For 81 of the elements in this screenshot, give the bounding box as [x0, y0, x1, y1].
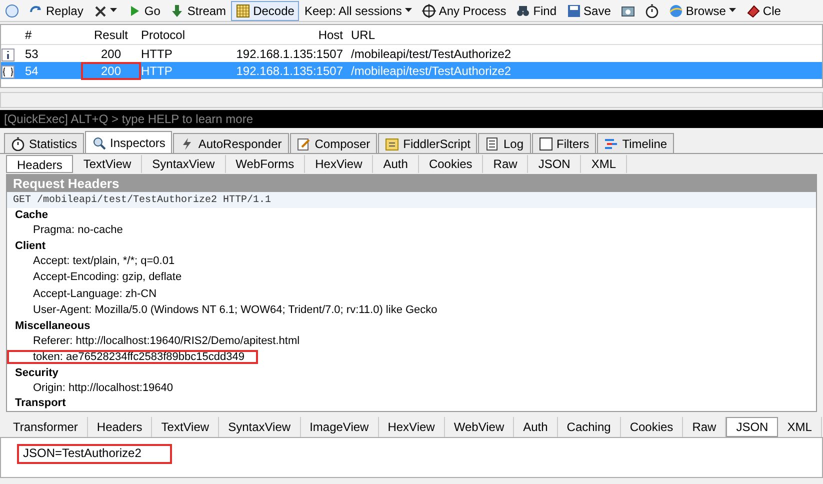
header-value: Accept: text/plain, */*; q=0.01	[32, 254, 176, 268]
inspector-tab[interactable]: Timeline	[597, 133, 674, 153]
save-icon	[566, 4, 581, 18]
grid-icon	[236, 4, 250, 18]
inspector-tab[interactable]: AutoResponder	[173, 133, 289, 153]
toolbar-button[interactable]: Replay	[24, 0, 88, 20]
table-cell-text: 192.168.1.135:1507	[235, 63, 344, 80]
header-value: Accept-Language: zh-CN	[32, 286, 158, 300]
header-value: Referer: http://localhost:19640/RIS2/Demo/apitest.html	[32, 334, 301, 348]
header-group[interactable]: Cache	[7, 208, 816, 222]
header-group[interactable]: Security	[7, 366, 816, 380]
request-tab[interactable]: Cookies	[418, 155, 484, 173]
column-header[interactable]: Protocol	[141, 26, 191, 44]
request-tab[interactable]: Raw	[483, 155, 528, 173]
table-cell-text: 192.168.1.135:1507	[235, 46, 344, 63]
request-tab[interactable]: SyntaxView	[142, 155, 226, 173]
toolbar-button[interactable]: Stream	[165, 0, 232, 20]
column-header[interactable]: URL	[351, 26, 822, 44]
camera-icon	[620, 4, 635, 18]
table-cell-text: HTTP	[141, 46, 174, 63]
section-title: Request Headers	[7, 175, 816, 192]
caret-icon	[110, 8, 118, 13]
header-value: User-Agent: Mozilla/5.0 (Windows NT 6.1; WOW64; Trident/7.0; rv:11.0) like Gecko	[32, 303, 438, 317]
header-group[interactable]: Client	[7, 238, 816, 252]
close-icon	[93, 4, 108, 18]
caret-icon	[404, 8, 412, 13]
request-tab[interactable]: JSON	[528, 155, 582, 173]
header-value: Origin: http://localhost:19640	[32, 380, 174, 394]
pencil-icon	[296, 136, 311, 150]
table-cell-text: /mobileapi/test/TestAuthorize2	[351, 63, 512, 80]
table-cell-text: 54	[24, 63, 40, 80]
request-tab[interactable]: Auth	[373, 155, 419, 173]
toolbar-button[interactable]: Any Process	[416, 0, 512, 20]
caret-icon	[728, 8, 736, 13]
dropdown-button[interactable]: Keep: All sessions	[299, 0, 417, 20]
request-tab[interactable]: TextView	[73, 155, 142, 173]
down-arrow-icon	[170, 4, 184, 18]
checkbox-icon	[538, 136, 553, 150]
column-header[interactable]: Result	[81, 26, 141, 44]
request-tab[interactable]: WebForms	[226, 155, 306, 173]
toolbar-button[interactable]: Go	[122, 0, 166, 20]
inspector-tab[interactable]: FiddlerScript	[378, 133, 478, 153]
stopwatch-icon	[644, 4, 659, 18]
toolbar-button[interactable]: Decode	[231, 0, 300, 20]
globe-icon	[668, 4, 683, 18]
table-cell-text: 53	[24, 46, 40, 63]
request-tab[interactable]: HexView	[305, 155, 374, 173]
stopwatch-icon	[11, 136, 25, 150]
dropdown-button[interactable]: Browse	[664, 0, 741, 20]
header-group[interactable]: Transport	[7, 396, 816, 410]
script-icon	[385, 136, 400, 150]
toolbar-button[interactable]: Save	[562, 0, 616, 20]
column-header[interactable]: #	[21, 26, 81, 44]
tree-node[interactable]: JSON=TestAuthorize2	[17, 444, 172, 464]
column-header[interactable]: Host	[191, 26, 351, 44]
inspector-tab[interactable]: Inspectors	[85, 131, 172, 153]
toolbar-button[interactable]: Find	[511, 0, 562, 20]
table-cell: 200	[81, 62, 141, 80]
timeline-icon	[604, 136, 618, 150]
header-value: Accept-Encoding: gzip, deflate	[32, 270, 183, 284]
binoculars-icon	[516, 4, 530, 18]
crosshair-icon	[422, 4, 436, 18]
request-tab[interactable]: Headers	[6, 155, 74, 173]
magnifier-icon	[92, 136, 106, 150]
inspector-tab[interactable]: Filters	[532, 133, 596, 153]
document-icon	[485, 136, 500, 150]
inspector-tab[interactable]: Statistics	[4, 133, 84, 153]
table-cell-text: 200	[100, 46, 122, 63]
header-group[interactable]: Miscellaneous	[7, 318, 816, 332]
header-value: token: ae76528234ffc2583f89bbc15cdd349	[7, 350, 258, 364]
toolbar-button[interactable]: Cle	[740, 0, 786, 20]
request-tab[interactable]: XML	[581, 155, 628, 173]
horizontal-scrollbar[interactable]	[0, 92, 823, 108]
session-row[interactable]: 53 200 HTTP 192.168.1.135:1507 /mobileapi/test/TestAuthorize2	[1, 45, 822, 62]
header-value: Pragma: no-cache	[32, 223, 124, 237]
response-tab[interactable]: JSON	[726, 417, 778, 437]
table-cell-text: HTTP	[141, 63, 174, 80]
command-field[interactable]: [QuickExec] ALT+Q > type HELP to learn more	[0, 110, 823, 128]
inspector-tab[interactable]: Composer	[290, 133, 378, 153]
inspector-tab[interactable]: Log	[478, 133, 531, 153]
table-cell-text: /mobileapi/test/TestAuthorize2	[351, 46, 512, 63]
